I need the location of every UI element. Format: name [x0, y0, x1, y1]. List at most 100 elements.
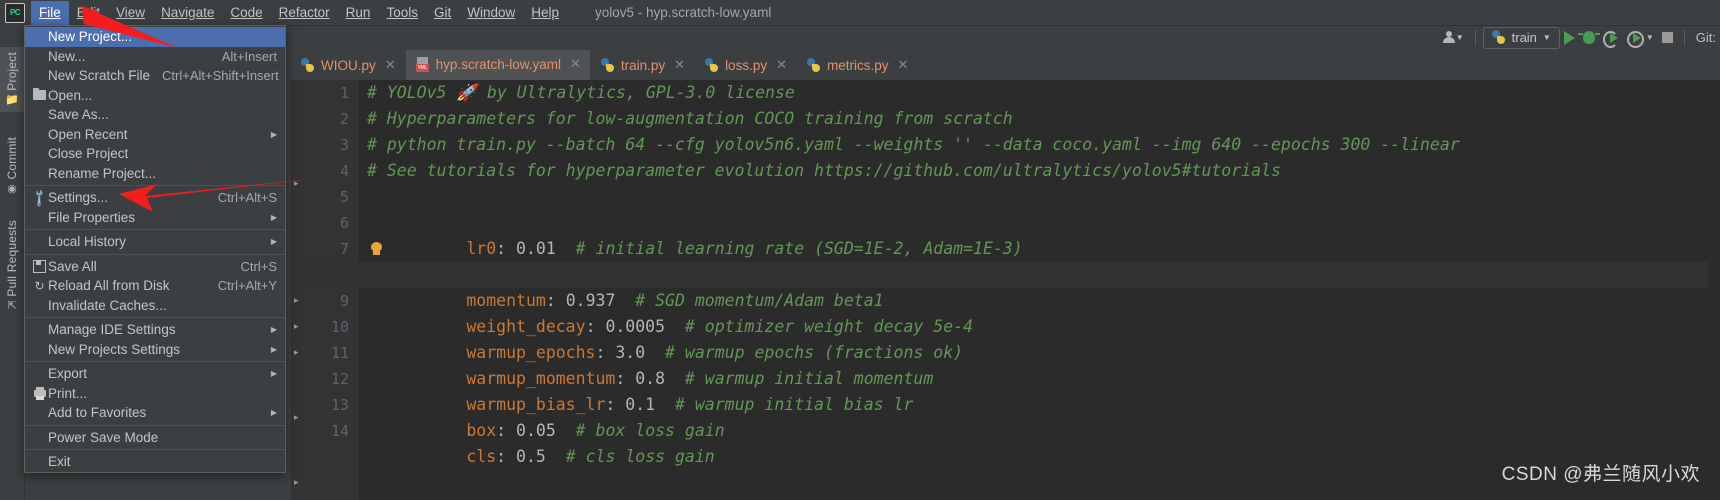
fold-arrow-icon[interactable]: ▸: [294, 478, 303, 487]
code-line-13: box: 0.05 # box loss gain: [466, 421, 725, 440]
sidebar-item-pull-requests[interactable]: Pull Requests ⇱: [0, 215, 24, 318]
fold-arrow-icon[interactable]: ▸: [294, 348, 303, 357]
code-line-2: # Hyperparameters for low-augmentation C…: [367, 106, 1013, 132]
wrench-icon: 🔧: [29, 187, 50, 208]
annotation-gutter[interactable]: ▸ ▸ ▸ ▸ ▸ ▸: [291, 80, 308, 500]
menu-separator: [25, 229, 285, 230]
close-icon[interactable]: ✕: [385, 57, 396, 73]
editor-area: WIOU.py ✕ YML hyp.scratch-low.yaml ✕ tra…: [291, 50, 1720, 500]
editor-tab-hyp-scratch-low-yaml[interactable]: YML hyp.scratch-low.yaml ✕: [405, 50, 591, 80]
close-icon[interactable]: ✕: [898, 57, 909, 73]
menu-separator: [25, 185, 285, 186]
menu-file[interactable]: File: [31, 0, 69, 25]
run-button[interactable]: [1560, 27, 1579, 49]
editor-tab-train-py[interactable]: train.py ✕: [591, 50, 696, 80]
watermark-text: CSDN @弗兰随风小欢: [1501, 464, 1700, 485]
close-icon[interactable]: ✕: [674, 57, 685, 73]
menu-item-settings[interactable]: 🔧 Settings... Ctrl+Alt+S: [25, 188, 285, 208]
close-icon[interactable]: ✕: [570, 56, 581, 72]
editor-tab-wiou-py[interactable]: WIOU.py ✕: [291, 50, 406, 80]
user-avatar-button[interactable]: ▼: [1439, 27, 1468, 49]
run-configuration-selector[interactable]: train ▼: [1482, 26, 1560, 49]
fold-arrow-icon[interactable]: ▸: [294, 413, 303, 422]
menu-item-invalidate-caches[interactable]: Invalidate Caches...: [25, 296, 285, 316]
menu-item-new-scratch-file[interactable]: New Scratch File Ctrl+Alt+Shift+Insert: [25, 66, 285, 86]
menu-window[interactable]: Window: [459, 1, 523, 25]
menu-item-rename-project[interactable]: Rename Project...: [25, 164, 285, 184]
menu-git-label: Git: [433, 4, 452, 20]
fold-arrow-icon[interactable]: ▸: [294, 296, 303, 305]
python-file-icon: [807, 57, 821, 73]
menu-code[interactable]: Code: [222, 1, 270, 25]
menu-item-close-project[interactable]: Close Project: [25, 144, 285, 164]
menu-item-save-as[interactable]: Save As...: [25, 105, 285, 125]
menu-tools[interactable]: Tools: [378, 1, 426, 25]
code-editor[interactable]: ▸ ▸ ▸ ▸ ▸ ▸ 1 2 3 4 5 6 7 8 9 10 11 12 1…: [291, 80, 1720, 500]
menu-item-exit[interactable]: Exit: [25, 452, 285, 472]
code-text[interactable]: # YOLOv5 🚀 by Ultralytics, GPL-3.0 licen…: [291, 80, 1720, 500]
menu-item-power-save-mode[interactable]: Power Save Mode: [25, 428, 285, 448]
profile-button[interactable]: ▼: [1623, 27, 1658, 49]
menu-navigate[interactable]: Navigate: [153, 1, 222, 25]
stop-button[interactable]: [1658, 27, 1677, 49]
menu-edit-label: Edit: [76, 4, 101, 20]
menu-item-new-project[interactable]: New Project...: [25, 27, 285, 47]
menu-item-label: Close Project: [48, 146, 129, 162]
fold-arrow-icon[interactable]: ▸: [294, 179, 303, 188]
code-line-14: cls: 0.5 # cls loss gain: [466, 447, 715, 466]
menu-edit[interactable]: Edit: [69, 1, 108, 25]
play-small-icon: [1609, 32, 1618, 43]
menu-item-local-history[interactable]: Local History ▶: [25, 232, 285, 252]
run-with-coverage-button[interactable]: [1599, 27, 1623, 49]
editor-tab-label: hyp.scratch-low.yaml: [435, 56, 561, 72]
menu-item-shortcut: Ctrl+Alt+Y: [217, 278, 277, 294]
debug-button[interactable]: [1577, 27, 1600, 49]
pycharm-logo-icon: PC: [5, 2, 25, 23]
submenu-arrow-icon: ▶: [270, 212, 277, 222]
menu-refactor[interactable]: Refactor: [271, 1, 338, 25]
menu-item-save-all[interactable]: Save All Ctrl+S: [25, 257, 285, 277]
code-line-9: weight_decay: 0.0005 # optimizer weight …: [466, 317, 974, 336]
menu-help[interactable]: Help: [523, 1, 567, 25]
left-tool-window-stripe: Project 📁 Commit ◉ Pull Requests ⇱: [0, 25, 25, 500]
menu-item-add-to-favorites[interactable]: Add to Favorites ▶: [25, 403, 285, 423]
intention-bulb-icon[interactable]: [371, 242, 382, 256]
menu-item-new-projects-settings[interactable]: New Projects Settings ▶: [25, 340, 285, 360]
yaml-comment: # cls loss gain: [565, 447, 715, 466]
line-number: 12: [330, 370, 349, 388]
menu-item-export[interactable]: Export ▶: [25, 364, 285, 384]
menu-run[interactable]: Run: [338, 1, 379, 25]
fold-arrow-icon[interactable]: ▸: [294, 322, 303, 331]
menu-item-label: New Projects Settings: [48, 341, 181, 357]
play-icon: [1563, 30, 1575, 45]
code-line-8: momentum: 0.937 # SGD momentum/Adam beta…: [291, 262, 1720, 310]
play-small-icon: [1632, 32, 1641, 43]
menu-item-reload-all-from-disk[interactable]: ↻ Reload All from Disk Ctrl+Alt+Y: [25, 276, 285, 296]
menu-item-print[interactable]: Print...: [25, 384, 285, 404]
menu-item-manage-ide-settings[interactable]: Manage IDE Settings ▶: [25, 320, 285, 340]
submenu-arrow-icon: ▶: [270, 237, 277, 247]
menu-git[interactable]: Git: [426, 1, 459, 25]
menu-item-new[interactable]: New... Alt+Insert: [25, 47, 285, 67]
menu-item-open[interactable]: Open...: [25, 86, 285, 106]
editor-tab-loss-py[interactable]: loss.py ✕: [695, 50, 797, 80]
menu-view[interactable]: View: [108, 1, 153, 25]
editor-marker-scrollbar[interactable]: [1708, 110, 1720, 500]
menu-code-label: Code: [230, 4, 263, 20]
sidebar-item-commit[interactable]: Commit ◉: [0, 132, 24, 201]
menu-item-open-recent[interactable]: Open Recent ▶: [25, 125, 285, 145]
avatar-icon: [1442, 31, 1456, 44]
menu-separator: [25, 361, 285, 362]
save-icon: [31, 259, 48, 273]
close-icon[interactable]: ✕: [776, 57, 787, 73]
menu-item-label: Manage IDE Settings: [48, 322, 176, 338]
menu-separator: [25, 449, 285, 450]
menu-item-label: Reload All from Disk: [48, 278, 170, 294]
reload-icon: ↻: [34, 278, 45, 293]
editor-tab-metrics-py[interactable]: metrics.py ✕: [797, 50, 919, 80]
git-widget-label[interactable]: Git:: [1692, 30, 1716, 45]
line-number: 4: [339, 162, 349, 180]
menu-item-file-properties[interactable]: File Properties ▶: [25, 208, 285, 228]
line-number: 10: [330, 318, 349, 336]
sidebar-item-project[interactable]: Project 📁: [0, 47, 24, 112]
